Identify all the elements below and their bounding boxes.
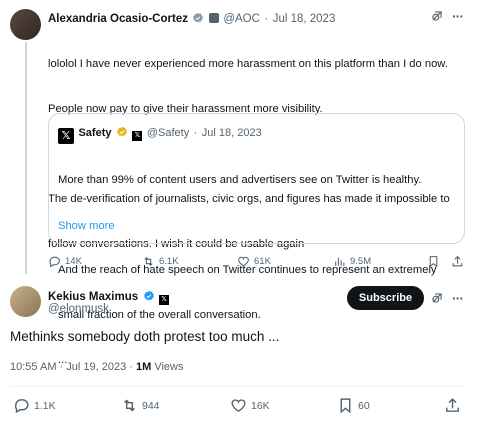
x-affiliate-badge-icon: 𝕏	[159, 295, 170, 305]
like-button[interactable]: 61K	[237, 255, 271, 268]
verified-gold-icon	[116, 126, 127, 137]
retweet-icon	[144, 256, 153, 267]
views-number: 1M	[135, 361, 152, 373]
bookmark-icon	[429, 256, 438, 268]
views-count: 9.5M	[350, 256, 372, 267]
reply-text-line: lololol I have never experienced more ha…	[48, 58, 448, 70]
views-chart-icon	[335, 257, 345, 266]
main-retweet-count: 944	[142, 399, 160, 412]
main-like-count: 16K	[251, 399, 270, 412]
government-badge-icon	[208, 13, 219, 23]
bookmark-icon	[340, 398, 351, 414]
main-like-button[interactable]: 16K	[230, 397, 270, 414]
meta-separator: ·	[264, 13, 269, 25]
heart-icon	[231, 399, 246, 413]
main-bookmark-count: 60	[358, 399, 370, 412]
reply-bubble-icon	[14, 399, 29, 414]
subscribe-button[interactable]: Subscribe	[347, 286, 424, 310]
reply-header: Alexandria Ocasio-Cortez @AOC · Jul 18, …	[48, 9, 428, 27]
meta-separator: ·	[193, 127, 198, 139]
grok-icon[interactable]	[430, 9, 444, 23]
reply-bubble-icon	[49, 256, 60, 268]
grok-icon[interactable]	[430, 291, 444, 305]
quote-date: Jul 18, 2023	[201, 127, 262, 139]
more-options-icon[interactable]: ···	[452, 290, 464, 306]
main-retweet-button[interactable]: 944	[121, 397, 160, 414]
main-timestamp-row: 10:55 AM · Jul 19, 2023 · 1M Views	[10, 361, 183, 373]
verified-blue-icon	[143, 290, 154, 301]
heart-icon	[238, 256, 249, 267]
divider	[10, 386, 464, 387]
quote-handle: @Safety	[146, 127, 190, 139]
reply-date[interactable]: Jul 18, 2023	[273, 13, 336, 25]
x-affiliate-badge-icon: 𝕏	[132, 131, 143, 141]
main-author-name[interactable]: Kekius Maximus	[48, 291, 138, 303]
reply-button[interactable]: 14K	[48, 255, 82, 268]
main-bookmark-button[interactable]: 60	[337, 397, 370, 414]
retweet-count: 6.1K	[159, 256, 179, 267]
retweet-button[interactable]: 6.1K	[142, 255, 179, 268]
more-options-icon[interactable]: ···	[452, 8, 464, 24]
quoted-tweet[interactable]: 𝕏 Safety 𝕏 @Safety · Jul 18, 2023 More t…	[48, 113, 465, 366]
show-more-link[interactable]: Show more	[58, 220, 115, 232]
main-handle[interactable]: @elonmusk	[48, 303, 109, 315]
share-icon	[452, 255, 463, 267]
quote-text-line: small fraction of the overall conversati…	[58, 309, 261, 321]
quote-author-name: Safety	[78, 127, 112, 139]
quote-text-line: More than 99% of content users and adver…	[58, 174, 422, 186]
elonmusk-avatar[interactable]	[10, 286, 41, 317]
share-icon	[446, 398, 459, 412]
main-tweet-text: Methinks somebody doth protest too much …	[10, 329, 280, 344]
share-button[interactable]	[451, 255, 464, 268]
quote-header: 𝕏 Safety 𝕏 @Safety · Jul 18, 2023	[58, 123, 262, 144]
retweet-icon	[124, 399, 135, 412]
aoc-avatar[interactable]	[10, 9, 41, 40]
main-share-button[interactable]	[444, 397, 461, 414]
like-count: 61K	[254, 256, 271, 267]
main-reply-button[interactable]: 1.1K	[13, 397, 56, 414]
views-button[interactable]: 9.5M	[333, 255, 371, 268]
reply-author-name[interactable]: Alexandria Ocasio-Cortez	[48, 13, 188, 25]
quote-text: More than 99% of content users and adver…	[58, 143, 458, 398]
x-logo-avatar-icon: 𝕏	[58, 128, 74, 144]
views-label: Views	[154, 361, 184, 373]
reply-handle[interactable]: @AOC	[223, 13, 260, 25]
bookmark-button[interactable]	[427, 255, 440, 268]
main-reply-count: 1.1K	[34, 399, 56, 412]
main-timestamp[interactable]: 10:55 AM · Jul 19, 2023 ·	[10, 361, 133, 373]
reply-count: 14K	[65, 256, 82, 267]
verified-gray-icon	[193, 12, 204, 23]
thread-connector-line	[25, 42, 27, 274]
